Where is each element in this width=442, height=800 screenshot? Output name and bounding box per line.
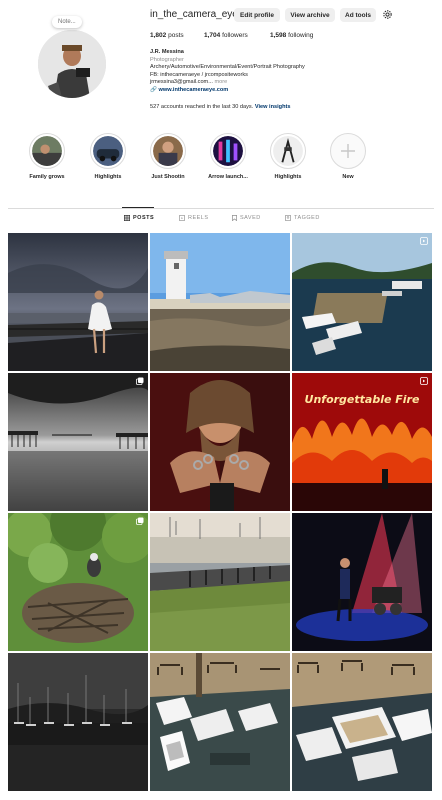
highlight-ring — [330, 133, 366, 169]
post-tile[interactable] — [292, 513, 432, 651]
tab-posts-label: POSTS — [133, 215, 155, 221]
highlight-ring — [150, 133, 186, 169]
carousel-icon — [136, 517, 144, 525]
post-tile[interactable] — [8, 373, 148, 511]
plus-icon — [341, 144, 355, 158]
bio-line-1: Archery/Automotive/Environmental/Event/P… — [150, 64, 305, 71]
insights-summary: 527 accounts reached in the last 30 days… — [150, 104, 290, 110]
bio-name: J.R. Messina — [150, 49, 184, 55]
followers-count: 1,704 — [204, 32, 221, 39]
bio-line-3: jrmessina3@gmail.com... — [150, 79, 213, 86]
highlight-cover — [213, 136, 243, 166]
post-image — [150, 373, 290, 511]
post-tile[interactable]: Unforgettable Fire — [292, 373, 432, 511]
avatar-photo — [38, 30, 106, 98]
grid-icon — [124, 215, 130, 221]
bookmark-icon — [232, 215, 237, 221]
link-icon: 🔗 — [150, 86, 157, 93]
profile-username: in_the_camera_eye — [150, 9, 238, 20]
posts-count: 1,802 — [150, 32, 167, 39]
tag-user-icon — [285, 215, 291, 221]
profile-avatar[interactable]: Note... — [38, 16, 106, 98]
reel-icon — [420, 237, 428, 245]
carousel-icon — [136, 377, 144, 385]
highlight-highlights-1[interactable]: Highlights — [83, 133, 133, 180]
highlight-cover — [153, 136, 183, 166]
highlight-ring — [270, 133, 306, 169]
highlight-family-grows[interactable]: Family grows — [22, 133, 72, 180]
highlight-label: Family grows — [29, 174, 65, 180]
highlight-ring — [90, 133, 126, 169]
tabs-divider — [8, 208, 434, 209]
post-image: Unforgettable Fire — [292, 373, 432, 511]
reel-icon — [420, 377, 428, 385]
stage-banner-text: Unforgettable Fire — [305, 393, 420, 406]
post-image — [150, 233, 290, 371]
bio-more-link[interactable]: more — [214, 79, 227, 85]
highlight-label: Highlights — [94, 174, 122, 180]
tab-reels-label: REELS — [188, 215, 209, 221]
insights-text: 527 accounts reached in the last 30 days… — [150, 104, 254, 110]
post-tile[interactable] — [8, 653, 148, 791]
tab-tagged-label: TAGGED — [294, 215, 320, 221]
post-tile[interactable] — [292, 653, 432, 791]
tab-tagged[interactable]: TAGGED — [285, 215, 320, 221]
tab-reels[interactable]: REELS — [179, 215, 209, 221]
followers-label: followers — [222, 32, 248, 39]
highlight-label: Arrow launch... — [208, 174, 248, 180]
post-tile[interactable] — [150, 513, 290, 651]
highlight-label: New — [342, 174, 354, 180]
posts-grid: Unforgettable Fire — [8, 233, 434, 793]
post-tile[interactable] — [150, 373, 290, 511]
profile-bio: J.R. Messina Photographer Archery/Automo… — [150, 49, 305, 95]
post-tile[interactable] — [8, 513, 148, 651]
highlight-label: Highlights — [274, 174, 302, 180]
post-image — [8, 513, 148, 651]
post-image — [150, 513, 290, 651]
post-image — [8, 233, 148, 371]
tab-saved-label: SAVED — [240, 215, 261, 221]
followers-stat[interactable]: 1,704 followers — [204, 32, 248, 39]
post-image — [292, 513, 432, 651]
reels-icon — [179, 215, 185, 221]
gear-icon[interactable] — [382, 9, 393, 20]
tab-saved[interactable]: SAVED — [232, 215, 261, 221]
highlight-ring — [29, 133, 65, 169]
highlight-highlights-2[interactable]: Highlights — [263, 133, 313, 180]
following-count: 1,598 — [270, 32, 287, 39]
highlight-arrow-launch[interactable]: Arrow launch... — [203, 133, 253, 180]
highlight-cover — [93, 136, 123, 166]
post-image — [8, 373, 148, 511]
post-image — [150, 653, 290, 791]
post-tile[interactable] — [150, 653, 290, 791]
view-archive-button[interactable]: View archive — [285, 8, 335, 22]
bio-website-link[interactable]: www.inthecameraeye.com — [159, 87, 229, 93]
post-image — [292, 653, 432, 791]
post-tile[interactable] — [292, 233, 432, 371]
post-image — [292, 233, 432, 371]
post-image — [8, 653, 148, 791]
following-label: following — [288, 32, 314, 39]
ad-tools-button[interactable]: Ad tools — [340, 8, 376, 22]
post-tile[interactable] — [150, 233, 290, 371]
highlight-just-shootin[interactable]: Just Shootin — [143, 133, 193, 180]
following-stat[interactable]: 1,598 following — [270, 32, 313, 39]
highlight-cover — [273, 136, 303, 166]
active-tab-indicator — [122, 207, 154, 208]
bio-line-2: FB: inthecameraeye / jrcompositeworks — [150, 71, 248, 78]
view-insights-link[interactable]: View insights — [255, 104, 291, 110]
bio-category: Photographer — [150, 56, 184, 63]
edit-profile-button[interactable]: Edit profile — [234, 8, 280, 22]
posts-label: posts — [168, 32, 184, 39]
note-bubble[interactable]: Note... — [52, 16, 82, 28]
highlight-label: Just Shootin — [151, 174, 185, 180]
highlight-ring — [210, 133, 246, 169]
posts-stat: 1,802 posts — [150, 32, 184, 39]
avatar[interactable] — [38, 30, 106, 98]
highlight-new[interactable]: New — [323, 133, 373, 180]
highlight-cover — [32, 136, 62, 166]
tab-posts[interactable]: POSTS — [124, 215, 154, 221]
post-tile[interactable] — [8, 233, 148, 371]
